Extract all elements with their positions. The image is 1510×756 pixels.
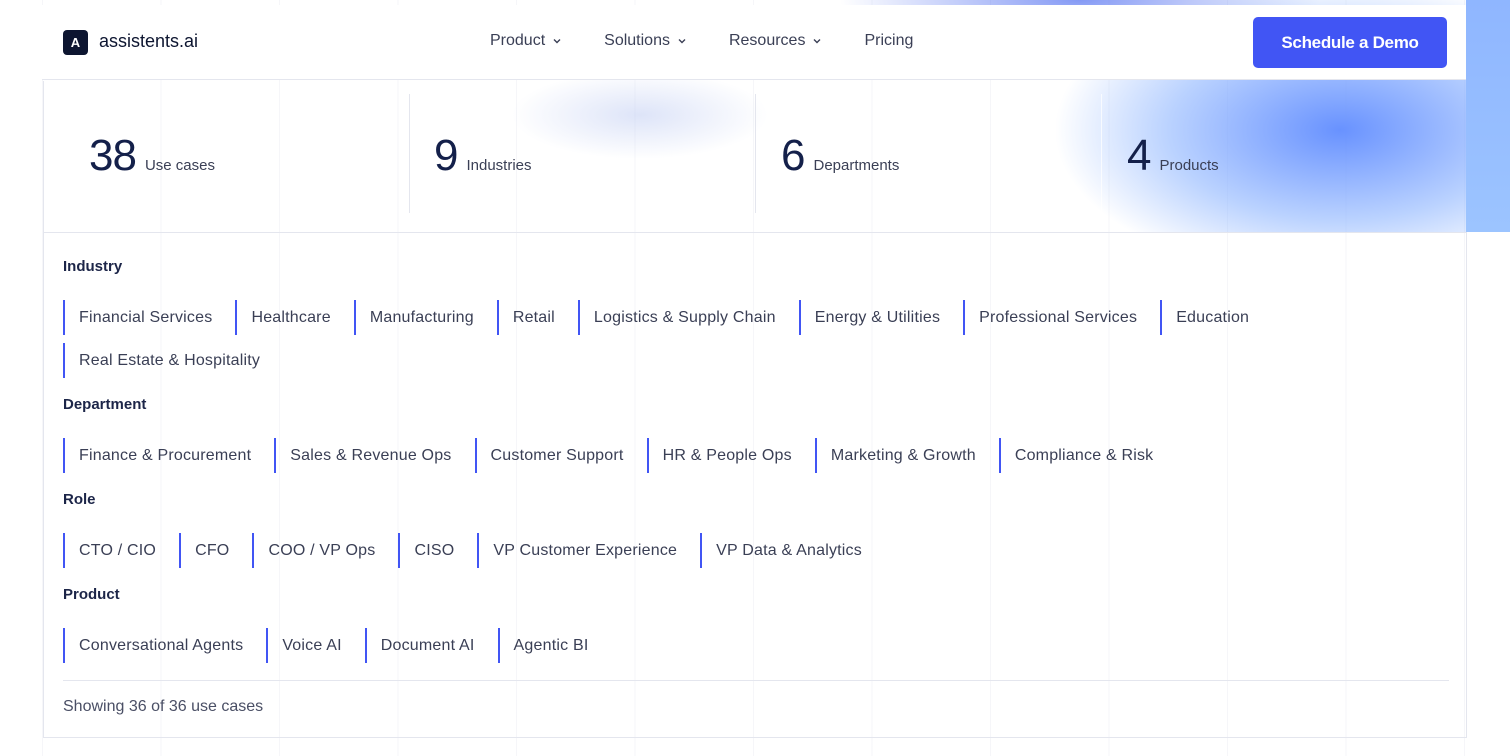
filter-chip[interactable]: Compliance & Risk (998, 438, 1177, 473)
results-divider (63, 680, 1449, 681)
nav-label: Product (490, 32, 546, 49)
filter-chip[interactable]: VP Customer Experience (477, 533, 700, 568)
filter-chip[interactable]: Professional Services (963, 300, 1160, 335)
stat-value: 6 (781, 131, 806, 180)
nav-product[interactable]: Product (490, 32, 562, 50)
brand-name[interactable]: assistents.ai (99, 31, 198, 52)
filter-chip[interactable]: COO / VP Ops (252, 533, 398, 568)
filter-chip[interactable]: Healthcare (235, 300, 353, 335)
filter-chip[interactable]: Sales & Revenue Ops (274, 438, 474, 473)
stat-products: 4 Products (1127, 131, 1219, 181)
stat-departments: 6 Departments (781, 131, 899, 181)
filters-panel: Industry Financial Services Healthcare M… (43, 233, 1467, 738)
filter-chip[interactable]: Document AI (364, 628, 498, 663)
filter-chip[interactable]: CISO (398, 533, 477, 568)
stat-value: 9 (434, 131, 459, 180)
stat-value: 38 (89, 131, 137, 180)
filter-chip[interactable]: Customer Support (474, 438, 647, 473)
stat-divider (1101, 94, 1102, 213)
filter-chip[interactable]: Financial Services (63, 300, 235, 335)
stat-divider (409, 94, 410, 213)
main-nav: Product Solutions Resources Pricing (490, 32, 955, 50)
filter-chips-industry-row2: Real Estate & Hospitality (63, 343, 1423, 386)
stat-divider (755, 94, 756, 213)
schedule-demo-button[interactable]: Schedule a Demo (1253, 17, 1447, 68)
filter-chip[interactable]: Retail (496, 300, 578, 335)
nav-solutions[interactable]: Solutions (604, 32, 687, 50)
stat-label: Departments (813, 157, 900, 174)
filter-chip[interactable]: VP Data & Analytics (700, 533, 885, 568)
stat-label: Industries (466, 157, 532, 174)
stat-label: Products (1159, 157, 1219, 174)
filter-chips-department: Finance & Procurement Sales & Revenue Op… (63, 438, 1423, 481)
filter-chip[interactable]: Conversational Agents (63, 628, 266, 663)
filter-chip[interactable]: Voice AI (266, 628, 364, 663)
nav-label: Pricing (864, 31, 914, 49)
site-header: A assistents.ai Product Solutions Resour… (42, 5, 1466, 80)
stat-industries: 9 Industries (434, 131, 532, 181)
filter-chip[interactable]: HR & People Ops (646, 438, 815, 473)
logo-icon[interactable]: A (63, 30, 88, 55)
filter-chips-industry: Financial Services Healthcare Manufactur… (63, 300, 1423, 343)
filter-group-title-role: Role (63, 491, 96, 508)
filter-chip[interactable]: Energy & Utilities (798, 300, 963, 335)
filter-chip[interactable]: Finance & Procurement (63, 438, 274, 473)
stat-label: Use cases (144, 157, 215, 174)
filter-chip[interactable]: CTO / CIO (63, 533, 179, 568)
stat-use-cases: 38 Use cases (89, 131, 215, 181)
filter-chip[interactable]: CFO (179, 533, 252, 568)
filter-chips-role: CTO / CIO CFO COO / VP Ops CISO VP Custo… (63, 533, 1423, 576)
section-bottom-border (43, 737, 1467, 738)
filter-group-title-industry: Industry (63, 258, 123, 275)
filter-chip[interactable]: Marketing & Growth (814, 438, 999, 473)
filter-group-title-product: Product (63, 586, 120, 603)
nav-label: Resources (728, 32, 806, 49)
filter-chip[interactable]: Education (1160, 300, 1272, 335)
chevron-down-icon (813, 39, 821, 44)
filter-group-title-department: Department (63, 396, 147, 413)
chevron-down-icon (553, 39, 561, 44)
nav-resources[interactable]: Resources (729, 32, 822, 50)
filter-chip[interactable]: Logistics & Supply Chain (577, 300, 799, 335)
chevron-down-icon (678, 39, 686, 44)
background-gradient-edge (1466, 0, 1510, 232)
filter-chip[interactable]: Agentic BI (497, 628, 612, 663)
filter-chip[interactable]: Real Estate & Hospitality (63, 343, 283, 378)
filter-chip[interactable]: Manufacturing (353, 300, 497, 335)
results-count: Showing 36 of 36 use cases (63, 698, 264, 715)
stats-band: 38 Use cases 9 Industries 6 Departments … (43, 81, 1467, 233)
stat-value: 4 (1127, 131, 1152, 180)
nav-pricing[interactable]: Pricing (864, 31, 913, 50)
nav-label: Solutions (604, 32, 670, 49)
filter-chips-product: Conversational Agents Voice AI Document … (63, 628, 1423, 671)
